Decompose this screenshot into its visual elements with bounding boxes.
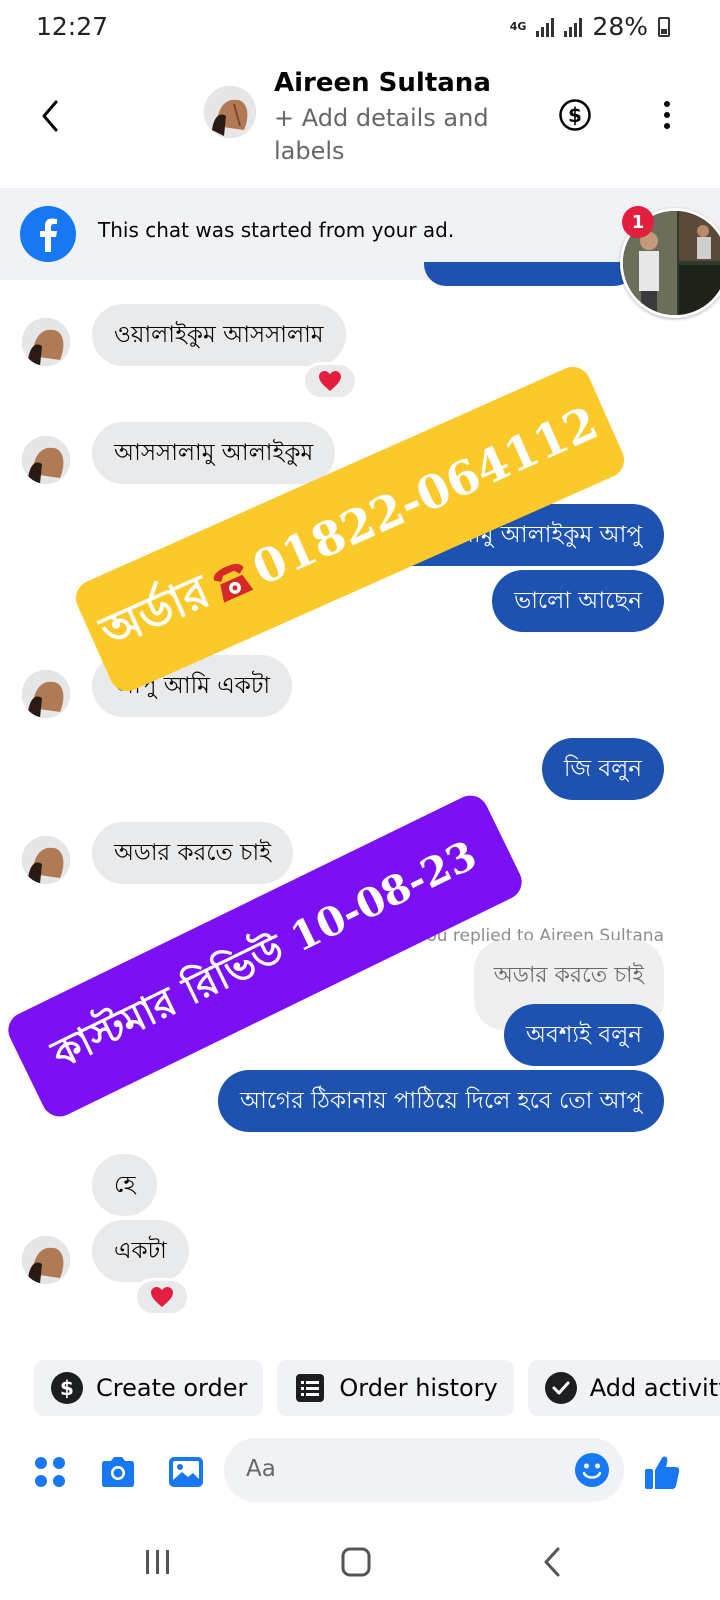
grid-icon <box>35 1457 65 1487</box>
contact-name[interactable]: Aireen Sultana <box>274 68 491 98</box>
dollar-circle-icon: $ <box>559 99 591 131</box>
add-details-link[interactable]: + Add details and labels <box>274 102 514 168</box>
sender-avatar[interactable] <box>22 670 70 718</box>
sender-avatar[interactable] <box>22 1236 70 1284</box>
message-bubble-incoming[interactable]: অডার করতে চাই <box>92 822 294 884</box>
message-composer: Aa <box>0 1432 720 1512</box>
message-bubble-incoming[interactable]: হে <box>92 1154 158 1216</box>
message-bubble-incoming[interactable]: আসসালামু আলাইকুম <box>92 422 336 484</box>
message-bubble-outgoing[interactable] <box>424 262 636 286</box>
home-button[interactable] <box>336 1544 376 1580</box>
add-activity-button[interactable]: Add activity <box>527 1360 720 1416</box>
facebook-icon <box>20 206 76 262</box>
emoji-button[interactable] <box>574 1452 610 1488</box>
order-history-button[interactable]: Order history <box>277 1360 514 1416</box>
ad-banner-text: This chat was started from your ad. <box>98 218 455 242</box>
message-bubble-outgoing[interactable]: ভালো আছেন <box>492 570 664 632</box>
system-back-button[interactable] <box>534 1544 574 1580</box>
message-bubble-outgoing[interactable]: আগের ঠিকানায় পাঠিয়ে দিলে হবে তো আপু <box>217 1070 664 1132</box>
battery-icon <box>658 16 670 37</box>
more-options-button[interactable] <box>652 98 682 132</box>
receipt-icon <box>296 1374 325 1402</box>
recents-button[interactable] <box>138 1544 178 1580</box>
status-time: 12:27 <box>36 12 109 41</box>
status-indicators: 4G 28% <box>510 12 670 41</box>
svg-text:$: $ <box>60 1376 74 1400</box>
image-icon <box>169 1457 203 1487</box>
smiley-icon <box>575 1453 609 1487</box>
home-icon <box>341 1547 371 1577</box>
more-vertical-icon <box>664 101 670 129</box>
message-input-placeholder: Aa <box>246 1456 276 1482</box>
heart-icon <box>151 1287 173 1307</box>
check-circle-icon <box>544 1372 577 1404</box>
notification-badge: 1 <box>622 206 654 238</box>
menu-grid-button[interactable] <box>30 1452 70 1492</box>
system-navigation-bar <box>0 1530 720 1600</box>
status-bar: 12:27 4G 28% <box>0 0 720 54</box>
sender-avatar[interactable] <box>22 318 70 366</box>
reaction-badge[interactable] <box>134 1278 190 1316</box>
svg-text:$: $ <box>568 103 582 127</box>
chevron-left-icon <box>42 100 58 132</box>
order-label: অর্ডার <box>92 563 218 659</box>
sender-avatar[interactable] <box>22 836 70 884</box>
camera-button[interactable] <box>98 1452 138 1492</box>
network-type: 4G <box>509 20 527 33</box>
back-button[interactable] <box>30 92 70 140</box>
order-history-label: Order history <box>339 1374 498 1402</box>
gallery-button[interactable] <box>166 1452 206 1492</box>
recents-icon <box>146 1550 169 1574</box>
heart-icon <box>319 371 341 391</box>
like-button[interactable] <box>642 1452 682 1492</box>
add-activity-label: Add activity <box>589 1374 720 1402</box>
message-input[interactable]: Aa <box>224 1438 624 1502</box>
contact-avatar[interactable] <box>204 86 256 138</box>
back-arrow-icon <box>544 1547 560 1577</box>
sender-avatar[interactable] <box>22 436 70 484</box>
battery-percent: 28% <box>592 12 648 41</box>
message-bubble-incoming[interactable]: একটা <box>92 1220 189 1282</box>
payments-button[interactable]: $ <box>558 98 592 132</box>
quick-actions-bar: $ Create order Order history Add activit… <box>34 1360 720 1416</box>
thumbs-up-icon <box>645 1456 680 1489</box>
message-bubble-outgoing[interactable]: অবশ্যই বলুন <box>504 1004 664 1066</box>
signal-icon <box>564 17 583 37</box>
reaction-badge[interactable] <box>302 362 358 400</box>
message-bubble-incoming[interactable]: ওয়ালাইকুম আসসালাম <box>92 304 346 366</box>
create-order-button[interactable]: $ Create order <box>34 1360 264 1416</box>
message-bubble-outgoing[interactable]: জি বলুন <box>541 738 664 800</box>
camera-icon <box>102 1457 134 1487</box>
create-order-label: Create order <box>96 1374 248 1402</box>
signal-icon <box>536 17 555 37</box>
chat-header: Aireen Sultana + Add details and labels … <box>0 56 720 188</box>
dollar-circle-icon: $ <box>51 1372 83 1404</box>
